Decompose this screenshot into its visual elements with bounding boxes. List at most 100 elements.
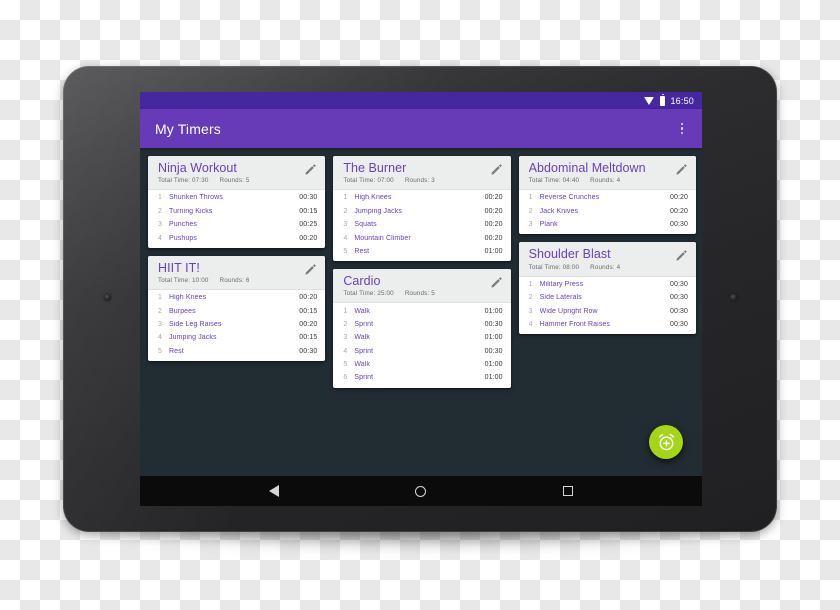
timer-step-list: 1 Walk 01:00 2 Sprint 00:30 3 Walk 01:00 4 Sprint 0…	[333, 303, 510, 387]
timer-title: HIIT IT!	[158, 260, 200, 275]
timer-step-row[interactable]: 4 Jumping Jacks 00:15	[148, 331, 325, 344]
device-screen: 16:50 My Timers Ninja Workout Total Time:…	[140, 92, 702, 506]
timer-step-row[interactable]: 2 Sprint 00:30	[333, 318, 510, 331]
timer-step-row[interactable]: 3 Plank 00:30	[519, 218, 696, 231]
edit-timer-button[interactable]	[490, 163, 503, 176]
edit-timer-button[interactable]	[304, 263, 317, 276]
timer-card[interactable]: The Burner Total Time: 07:00 Rounds: 3 1 Hig…	[333, 156, 511, 262]
timer-step-row[interactable]: 4 Mountain Climber 00:20	[333, 231, 510, 244]
step-duration: 00:30	[669, 280, 688, 288]
timer-card[interactable]: Shoulder Blast Total Time: 08:00 Rounds: 4…	[518, 242, 696, 335]
step-duration: 00:30	[669, 320, 688, 328]
total-time-label: Total Time: 07:30	[158, 177, 209, 185]
timer-step-list: 1 Shuriken Throws 00:30 2 Turning Kicks 00:15…	[148, 190, 325, 248]
step-index: 2	[528, 207, 533, 215]
timer-step-row[interactable]: 3 Side Leg Raises 00:20	[148, 318, 325, 331]
step-name: Pushups	[169, 234, 197, 242]
timer-step-row[interactable]: 2 Side Laterals 00:30	[519, 291, 696, 304]
pencil-icon	[491, 277, 502, 288]
step-duration: 01:00	[484, 247, 503, 255]
pencil-icon	[305, 264, 316, 275]
timer-step-row[interactable]: 4 Hammer Front Raises 00:30	[519, 318, 696, 331]
timer-step-row[interactable]: 2 Turning Kicks 00:15	[148, 205, 325, 218]
step-index: 2	[528, 294, 533, 302]
step-index: 2	[343, 207, 348, 215]
timer-step-row[interactable]: 3 Wide Upright Row 00:30	[519, 304, 696, 317]
timer-meta: Total Time: 04:40 Rounds: 4	[529, 177, 688, 184]
step-duration: 00:30	[669, 294, 688, 302]
timer-step-row[interactable]: 1 Walk 01:00	[333, 304, 510, 317]
step-duration: 00:20	[484, 194, 503, 202]
timer-card[interactable]: Abdominal Meltdown Total Time: 04:40 Round…	[518, 156, 696, 235]
edit-timer-button[interactable]	[304, 163, 317, 176]
timer-step-row[interactable]: 3 Walk 01:00	[333, 331, 510, 344]
pencil-icon	[676, 250, 687, 261]
step-name: Sprint	[354, 320, 374, 328]
add-timer-fab[interactable]	[649, 425, 683, 459]
timer-step-row[interactable]: 3 Punches 00:25	[148, 218, 325, 231]
step-name: Rest	[169, 347, 184, 355]
step-name: Squats	[354, 221, 377, 229]
timer-step-row[interactable]: 2 Burpees 00:15	[148, 304, 325, 317]
step-duration: 00:20	[484, 207, 503, 215]
timer-meta: Total Time: 07:00 Rounds: 3	[343, 177, 502, 184]
step-index: 5	[343, 247, 348, 255]
timer-step-row[interactable]: 5 Rest 00:30	[148, 345, 325, 358]
step-name: Rest	[354, 247, 370, 255]
timer-step-row[interactable]: 1 High Knees 00:20	[333, 191, 510, 204]
timer-card-header: Abdominal Meltdown Total Time: 04:40 Round…	[518, 156, 696, 191]
android-navigation-bar	[140, 476, 702, 506]
edit-timer-button[interactable]	[675, 163, 688, 176]
total-time-label: Total Time: 07:00	[343, 177, 394, 185]
more-vertical-icon[interactable]	[671, 116, 693, 142]
step-index: 4	[343, 347, 348, 355]
nav-back-button[interactable]	[257, 476, 291, 506]
nav-home-button[interactable]	[404, 476, 438, 506]
rear-camera-icon	[730, 294, 737, 301]
timer-step-row[interactable]: 1 High Knees 00:20	[148, 291, 325, 304]
timer-step-row[interactable]: 6 Sprint 01:00	[333, 371, 510, 384]
timer-step-row[interactable]: 5 Rest 01:00	[333, 245, 510, 258]
step-duration: 01:00	[484, 361, 503, 369]
step-index: 2	[158, 307, 162, 315]
timer-step-list: 1 Reverse Crunches 00:20 2 Jack Knives 00:20 3…	[519, 190, 696, 234]
pencil-icon	[491, 164, 502, 175]
timer-column: Abdominal Meltdown Total Time: 04:40 Round…	[518, 156, 696, 335]
step-index: 1	[158, 294, 162, 302]
nav-recents-button[interactable]	[551, 476, 585, 506]
step-duration: 00:30	[669, 221, 688, 229]
step-name: High Knees	[169, 294, 207, 302]
timer-step-row[interactable]: 1 Shuriken Throws 00:30	[148, 191, 325, 204]
step-index: 2	[158, 207, 162, 215]
timer-meta: Total Time: 25:00 Rounds: 5	[343, 290, 502, 297]
step-name: Walk	[354, 361, 371, 369]
edit-timer-button[interactable]	[490, 276, 503, 289]
timer-step-row[interactable]: 1 Military Press 00:30	[519, 278, 696, 291]
timer-step-row[interactable]: 2 Jumping Jacks 00:20	[333, 205, 510, 218]
timer-card-header: Shoulder Blast Total Time: 08:00 Rounds: 4	[518, 242, 696, 277]
timer-card[interactable]: HIIT IT! Total Time: 10:00 Rounds: 6 1 High …	[148, 255, 326, 361]
timer-meta: Total Time: 07:30 Rounds: 5	[158, 177, 317, 184]
step-name: Reverse Crunches	[539, 194, 600, 202]
timer-step-row[interactable]: 1 Reverse Crunches 00:20	[519, 191, 696, 204]
edit-timer-button[interactable]	[675, 249, 688, 262]
overflow-dot	[680, 122, 684, 126]
step-index: 3	[158, 221, 162, 229]
timer-meta: Total Time: 08:00 Rounds: 4	[529, 264, 688, 271]
pencil-icon	[676, 164, 687, 175]
timer-step-row[interactable]: 3 Squats 00:20	[333, 218, 510, 231]
timer-step-row[interactable]: 4 Sprint 00:30	[333, 345, 510, 358]
recents-square-icon	[563, 486, 574, 496]
timer-card[interactable]: Cardio Total Time: 25:00 Rounds: 5 1 Walk 01:…	[333, 269, 511, 388]
timer-card[interactable]: Ninja Workout Total Time: 07:30 Rounds: 5 1…	[148, 156, 326, 248]
timer-step-row[interactable]: 5 Walk 01:00	[333, 358, 510, 371]
status-bar-clock: 16:50	[670, 95, 694, 106]
step-name: High Knees	[354, 194, 392, 202]
step-duration: 00:20	[484, 221, 503, 229]
rounds-label: Rounds: 4	[590, 263, 621, 271]
timer-step-row[interactable]: 2 Jack Knives 00:20	[519, 205, 696, 218]
step-name: Jumping Jacks	[169, 334, 217, 342]
total-time-label: Total Time: 08:00	[528, 263, 580, 271]
timer-step-row[interactable]: 4 Pushups 00:20	[148, 231, 325, 244]
step-duration: 01:00	[484, 374, 503, 382]
